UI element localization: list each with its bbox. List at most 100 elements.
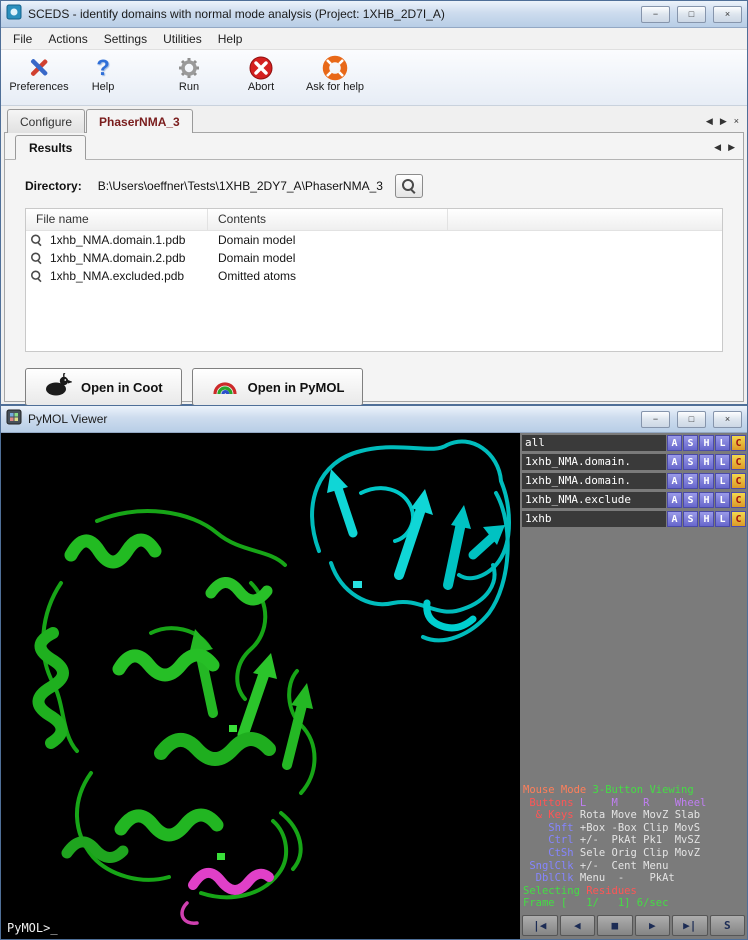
browse-directory-button[interactable] bbox=[395, 174, 423, 198]
protein-render bbox=[1, 433, 520, 939]
mouse-panel-line: Buttons L M R Wheel bbox=[523, 797, 706, 810]
column-file-name[interactable]: File name bbox=[26, 209, 208, 230]
object-menu-c-button[interactable]: C bbox=[731, 454, 746, 470]
object-name[interactable]: 1xhb_NMA.domain. bbox=[522, 473, 666, 489]
run-label: Run bbox=[179, 81, 199, 93]
preferences-label: Preferences bbox=[9, 81, 68, 93]
vcr-first-button[interactable]: |◀ bbox=[522, 915, 558, 936]
file-contents: Domain model bbox=[208, 251, 295, 265]
object-menu-a-button[interactable]: A bbox=[667, 435, 682, 451]
vcr-last-button[interactable]: ▶| bbox=[672, 915, 708, 936]
help-button[interactable]: ? Help bbox=[71, 53, 135, 105]
mouse-panel-line: CtSh Sele Orig Clip MovZ bbox=[523, 847, 706, 860]
object-menu-l-button[interactable]: L bbox=[715, 454, 730, 470]
open-in-pymol-button[interactable]: Open in PyMOL bbox=[192, 368, 364, 406]
menu-file[interactable]: File bbox=[5, 30, 40, 48]
pymol-app-icon bbox=[6, 409, 22, 430]
tab-configure[interactable]: Configure bbox=[7, 109, 85, 133]
object-list: allASHLC1xhb_NMA.domain.ASHLC1xhb_NMA.do… bbox=[520, 433, 747, 528]
minimize-button[interactable]: − bbox=[641, 6, 670, 23]
file-name: 1xhb_NMA.excluded.pdb bbox=[50, 269, 208, 283]
file-contents: Domain model bbox=[208, 233, 295, 247]
minimize-button[interactable]: − bbox=[641, 411, 670, 428]
object-menu-a-button[interactable]: A bbox=[667, 454, 682, 470]
search-icon bbox=[402, 179, 416, 193]
preferences-button[interactable]: Preferences bbox=[7, 53, 71, 105]
magnifier-icon bbox=[31, 253, 42, 264]
column-contents[interactable]: Contents bbox=[208, 209, 448, 230]
close-button[interactable]: × bbox=[713, 6, 742, 23]
object-menu-h-button[interactable]: H bbox=[699, 492, 714, 508]
action-row: Open in Coot Open in PyMOL bbox=[25, 368, 723, 406]
menubar: File Actions Settings Utilities Help bbox=[1, 28, 747, 50]
object-menu-l-button[interactable]: L bbox=[715, 511, 730, 527]
file-name: 1xhb_NMA.domain.2.pdb bbox=[50, 251, 208, 265]
menu-actions[interactable]: Actions bbox=[40, 30, 95, 48]
object-menu-s-button[interactable]: S bbox=[683, 473, 698, 489]
close-button[interactable]: × bbox=[713, 411, 742, 428]
menu-settings[interactable]: Settings bbox=[96, 30, 155, 48]
run-button[interactable]: Run bbox=[157, 53, 221, 105]
ask-for-help-label: Ask for help bbox=[306, 81, 364, 93]
ask-for-help-button[interactable]: Ask for help bbox=[303, 53, 367, 105]
tab-scroll-right-icon[interactable]: ▶ bbox=[720, 116, 727, 127]
mouse-panel-line: Ctrl +/- PkAt Pk1 MvSZ bbox=[523, 834, 706, 847]
object-menu-l-button[interactable]: L bbox=[715, 435, 730, 451]
object-menu-c-button[interactable]: C bbox=[731, 435, 746, 451]
open-in-coot-button[interactable]: Open in Coot bbox=[25, 368, 182, 406]
object-menu-h-button[interactable]: H bbox=[699, 473, 714, 489]
object-menu-a-button[interactable]: A bbox=[667, 511, 682, 527]
object-row: 1xhb_NMA.domain.ASHLC bbox=[520, 452, 747, 471]
pymol-viewport[interactable]: PyMOL>_ bbox=[1, 433, 520, 939]
object-menu-a-button[interactable]: A bbox=[667, 473, 682, 489]
object-row: 1xhbASHLC bbox=[520, 509, 747, 528]
maximize-button[interactable]: □ bbox=[677, 6, 706, 23]
object-menu-h-button[interactable]: H bbox=[699, 511, 714, 527]
vcr-prev-button[interactable]: ◀ bbox=[560, 915, 596, 936]
menu-help[interactable]: Help bbox=[210, 30, 251, 48]
help-icon: ? bbox=[90, 55, 116, 81]
object-menu-s-button[interactable]: S bbox=[683, 454, 698, 470]
object-menu-l-button[interactable]: L bbox=[715, 473, 730, 489]
tab-results[interactable]: Results bbox=[15, 135, 86, 160]
object-menu-l-button[interactable]: L bbox=[715, 492, 730, 508]
pymol-logo-icon bbox=[211, 375, 239, 400]
object-menu-h-button[interactable]: H bbox=[699, 435, 714, 451]
menu-utilities[interactable]: Utilities bbox=[155, 30, 210, 48]
object-name[interactable]: all bbox=[522, 435, 666, 451]
main-tabbar: Configure PhaserNMA_3 ◀ ▶ × bbox=[1, 106, 747, 133]
pymol-titlebar[interactable]: PyMOL Viewer − □ × bbox=[1, 406, 747, 433]
object-name[interactable]: 1xhb_NMA.domain. bbox=[522, 454, 666, 470]
object-menu-c-button[interactable]: C bbox=[731, 473, 746, 489]
object-name[interactable]: 1xhb_NMA.exclude bbox=[522, 492, 666, 508]
object-name[interactable]: 1xhb bbox=[522, 511, 666, 527]
preferences-icon bbox=[26, 55, 52, 81]
object-menu-h-button[interactable]: H bbox=[699, 454, 714, 470]
command-prompt[interactable]: PyMOL>_ bbox=[7, 921, 58, 935]
table-row[interactable]: 1xhb_NMA.excluded.pdbOmitted atoms bbox=[26, 267, 722, 285]
results-frame: Results ◀ ▶ Directory: B:\Users\oeffner\… bbox=[4, 132, 744, 402]
object-menu-c-button[interactable]: C bbox=[731, 511, 746, 527]
sceds-app-icon bbox=[6, 4, 22, 25]
object-menu-s-button[interactable]: S bbox=[683, 511, 698, 527]
maximize-button[interactable]: □ bbox=[677, 411, 706, 428]
vcr-play-button[interactable]: ▶ bbox=[635, 915, 671, 936]
tab-scroll-left-icon[interactable]: ◀ bbox=[706, 116, 713, 127]
file-name: 1xhb_NMA.domain.1.pdb bbox=[50, 233, 208, 247]
vcr-s-button[interactable]: S bbox=[710, 915, 746, 936]
subtab-scroll-right-icon[interactable]: ▶ bbox=[728, 142, 735, 153]
directory-path: B:\Users\oeffner\Tests\1XHB_2DY7_A\Phase… bbox=[98, 179, 383, 193]
table-row[interactable]: 1xhb_NMA.domain.2.pdbDomain model bbox=[26, 249, 722, 267]
abort-button[interactable]: Abort bbox=[229, 53, 293, 105]
vcr-stop-button[interactable]: ■ bbox=[597, 915, 633, 936]
subtab-scroll-left-icon[interactable]: ◀ bbox=[714, 142, 721, 153]
object-menu-s-button[interactable]: S bbox=[683, 435, 698, 451]
object-menu-c-button[interactable]: C bbox=[731, 492, 746, 508]
table-row[interactable]: 1xhb_NMA.domain.1.pdbDomain model bbox=[26, 231, 722, 249]
tab-phasernma-3[interactable]: PhaserNMA_3 bbox=[86, 109, 193, 133]
vcr-controls: |◀◀■▶▶|S bbox=[522, 915, 745, 936]
object-menu-s-button[interactable]: S bbox=[683, 492, 698, 508]
object-menu-a-button[interactable]: A bbox=[667, 492, 682, 508]
sceds-titlebar[interactable]: SCEDS - identify domains with normal mod… bbox=[1, 1, 747, 28]
tab-close-icon[interactable]: × bbox=[734, 116, 739, 127]
